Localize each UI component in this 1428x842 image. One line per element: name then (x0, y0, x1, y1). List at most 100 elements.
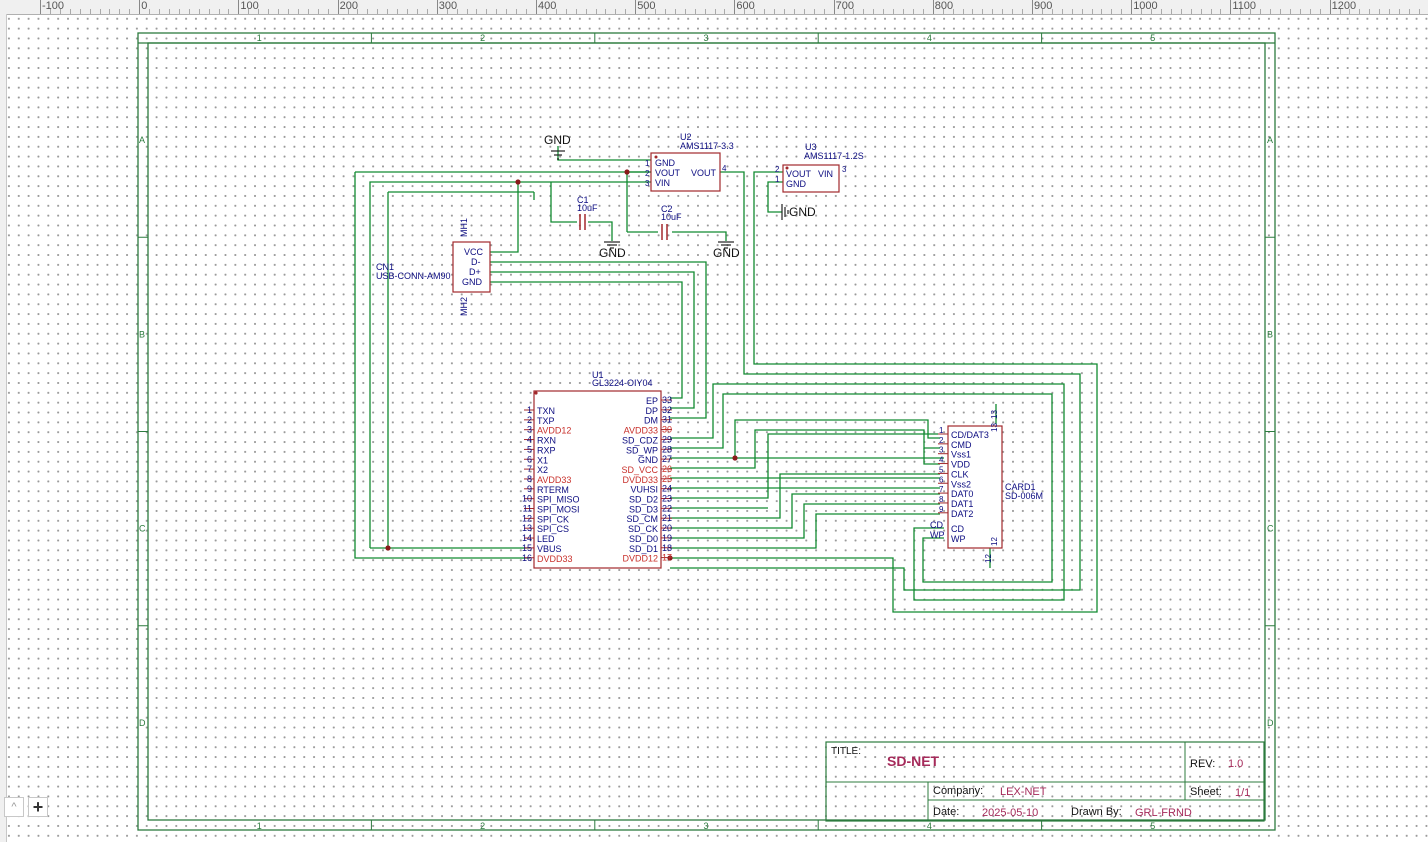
u1-pin-num: 28 (662, 444, 672, 454)
u1-pin-name: X1 (537, 455, 548, 465)
u1-pin-num: 2 (527, 415, 532, 425)
zoom-out-button[interactable]: ^ (4, 797, 24, 817)
u1-pin-name: GND (638, 455, 659, 465)
u1-pin-name: SD_CDZ (622, 435, 659, 445)
u1-pin-name: VBUS (537, 544, 562, 554)
column-marker: 3 (704, 821, 709, 831)
u1-pin-name: X2 (537, 465, 548, 475)
card1-value: SD-006M (1005, 491, 1043, 501)
u1-pin-num: 25 (662, 474, 672, 484)
card1-pin-num: 7 (939, 485, 944, 494)
card1-pin-name: CD/DAT3 (951, 430, 989, 440)
row-marker: C (1267, 524, 1274, 534)
u1-pin-num: 22 (662, 503, 672, 513)
u1-pin-num: 10 (522, 494, 532, 504)
u1-pin-name: SPI_MISO (537, 495, 580, 505)
card1-pin-label: CD (930, 520, 943, 530)
u1-pin-num: 33 (662, 395, 672, 405)
u1-pin-num: 4 (527, 435, 532, 445)
u1-pin-num: 3 (527, 425, 532, 435)
card1-pin-name: Vss2 (951, 479, 971, 489)
u1-pin-name: RXN (537, 436, 556, 446)
sd-card-socket-card1[interactable]: CARD1 SD-006M 1 CD/DAT32 CMD3 Vss14 VDD5 CLK6… (930, 410, 1043, 563)
column-marker: 2 (480, 821, 485, 831)
column-marker: 1 (257, 33, 262, 43)
u1-pin-num: 27 (662, 454, 672, 464)
cn1-pin-name: VCC (464, 247, 484, 257)
card1-pin-num: 12 (990, 537, 999, 546)
regulator-u2[interactable]: U2 AMS1117-3.3 GND VOUT VIN VOUT 1 2 3 4 (645, 132, 734, 192)
card1-pin-num: 4 (939, 456, 944, 465)
row-marker: A (1267, 135, 1273, 145)
u2-value: AMS1117-3.3 (680, 141, 734, 151)
u1-pin-name: SD_D2 (629, 495, 658, 505)
u1-pin-name: RXP (537, 445, 556, 455)
u1-pin-name: SD_D3 (629, 504, 658, 514)
u1-pin-num: 29 (662, 434, 672, 444)
zoom-controls: ^ + (4, 797, 48, 817)
card1-pin-num: 12 (984, 554, 993, 563)
u1-pin-name: DVDD12 (622, 554, 658, 564)
cn1-mh1: MH1 (459, 218, 469, 237)
u3-pin-name: GND (786, 179, 807, 189)
card1-pin-num: 13 (990, 410, 999, 419)
gnd-label: GND (544, 133, 571, 147)
u3-pin-num: 1 (775, 175, 780, 184)
u2-pin-num: 3 (645, 179, 650, 188)
row-marker: D (1267, 718, 1274, 728)
u1-pin-num: 21 (662, 513, 672, 523)
card1-pin-name: DAT2 (951, 509, 973, 519)
card1-pin-name: VDD (951, 460, 971, 470)
cn1-value: USB-CONN-AM90 (376, 271, 451, 281)
card1-pin-name: CLK (951, 469, 969, 479)
gnd-label: GND (713, 246, 740, 260)
card1-pin-num: 5 (939, 465, 944, 474)
u1-pin-name: AVDD12 (537, 426, 571, 436)
u1-value: GL3224-OIY04 (592, 378, 653, 388)
column-marker: 2 (480, 33, 485, 43)
row-marker: B (139, 329, 145, 339)
zoom-in-button[interactable]: + (28, 797, 48, 817)
controller-u1[interactable]: U1 GL3224-OIY04 1 TXN2 TXP3 AVDD124 RXN5 RXP6… (522, 370, 672, 569)
u1-pin-name: RTERM (537, 485, 569, 495)
card1-pin-name: WP (951, 534, 966, 544)
u1-pin-num: 1 (527, 405, 532, 415)
cn1-mh2: MH2 (459, 297, 469, 316)
u1-pin-num: 31 (662, 415, 672, 425)
capacitor-c1[interactable]: C1 10uF (577, 195, 598, 230)
card1-pin-label: WP (930, 530, 945, 540)
card1-pin-name: DAT1 (951, 499, 973, 509)
u1-pin-num: 24 (662, 484, 672, 494)
u1-pin-name: VUHSI (630, 485, 658, 495)
u1-pin-name: AVDD33 (537, 475, 571, 485)
column-marker: 5 (1150, 33, 1155, 43)
u1-pin-name: SD_WP (626, 445, 658, 455)
capacitor-c2[interactable]: C2 10uF (661, 204, 682, 240)
u1-pin-name: LED (537, 534, 555, 544)
u1-pin-name: EP (646, 396, 658, 406)
u1-pin-num: 6 (527, 454, 532, 464)
u3-pin-name: VOUT (786, 169, 812, 179)
u2-pin-name: VIN (655, 178, 670, 188)
date-label: Date: (933, 806, 959, 818)
u2-pin-num: 1 (645, 159, 650, 168)
u2-pin-num: 2 (645, 169, 650, 178)
u1-pin-num: 23 (662, 494, 672, 504)
card1-pin-name: Vss1 (951, 450, 971, 460)
u1-pin-num: 14 (522, 533, 532, 543)
cn1-pin-name: D- (471, 257, 481, 267)
gnd-label: GND (789, 205, 816, 219)
card1-pin-name: CD (951, 524, 964, 534)
u1-pin-name: SD_D0 (629, 534, 658, 544)
row-marker: A (139, 135, 145, 145)
usb-connector-cn1[interactable]: VCC D- D+ GND CN1 USB-CONN-AM90 MH1 MH2 (376, 218, 491, 316)
u1-pin-name: SPI_CK (537, 514, 569, 524)
card1-pin-num: 8 (939, 495, 944, 504)
drawn-label: Drawn By: (1071, 806, 1122, 818)
regulator-u3[interactable]: U3 AMS1117-1.2S VOUT GND VIN 2 1 3 (775, 142, 864, 193)
u1-pin-name: DM (644, 416, 658, 426)
title-label: TITLE: (831, 746, 861, 757)
u1-pin-num: 16 (522, 553, 532, 563)
u1-pin-name: DVDD33 (537, 554, 573, 564)
cn1-pin-name: D+ (469, 267, 481, 277)
